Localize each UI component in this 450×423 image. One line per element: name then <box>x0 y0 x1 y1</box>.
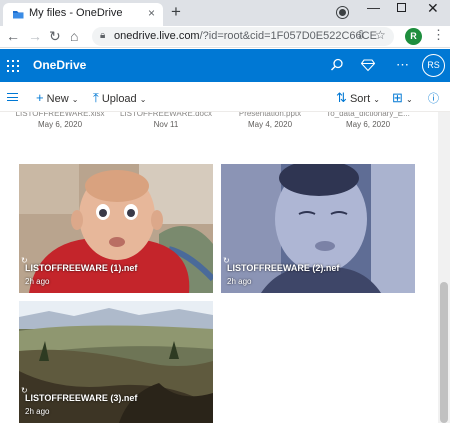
new-tab-button[interactable]: + <box>171 3 181 21</box>
photo-tile[interactable]: ↻ LISTOFFREEWARE (1).nef 2h ago <box>19 164 213 293</box>
profile-avatar[interactable]: R <box>405 28 422 45</box>
upload-arrow-icon: ⤒ <box>93 90 99 105</box>
browser-toolbar: ← → ↻ ⌂ 🔒︎ onedrive.live.com/?id=root&ci… <box>0 26 450 48</box>
account-avatar[interactable]: RS <box>422 54 445 77</box>
file-tile-previous[interactable]: LISTOFFREEWARE.docx Nov 11 <box>118 112 214 129</box>
tab-title: My files - OneDrive <box>29 7 123 19</box>
browser-tab-strip: My files - OneDrive × + — ✕ <box>0 0 450 26</box>
upload-button[interactable]: ⤒ Upload ⌄ <box>93 90 146 106</box>
back-arrow-icon[interactable]: ← <box>6 27 20 45</box>
app-title[interactable]: OneDrive <box>33 58 86 72</box>
chevron-down-icon: ⌄ <box>405 95 413 104</box>
tab-search-icon[interactable] <box>337 7 348 18</box>
tab-close-icon[interactable]: × <box>148 6 155 20</box>
reload-icon[interactable]: ↻ <box>49 27 61 45</box>
browser-tab[interactable]: My files - OneDrive × <box>3 3 163 26</box>
more-options-icon[interactable]: ⋯ <box>396 57 409 73</box>
search-icon[interactable] <box>330 58 344 72</box>
bookmark-star-icon[interactable]: ☆ <box>375 28 386 42</box>
photo-tile[interactable]: ↻ LISTOFFREEWARE (3).nef 2h ago <box>19 301 213 423</box>
grid-view-icon: ⊞ <box>392 90 403 105</box>
sort-icon: ⇅ <box>336 90 347 105</box>
files-grid: LISTOFFREEWARE.xlsx May 6, 2020 LISTOFFR… <box>0 112 438 423</box>
chevron-down-icon: ⌄ <box>139 95 147 104</box>
home-icon[interactable]: ⌂ <box>70 27 78 45</box>
premium-diamond-icon[interactable] <box>361 58 375 72</box>
browser-menu-icon[interactable]: ⋮ <box>432 27 445 43</box>
new-button[interactable]: + New ⌄ <box>36 90 78 105</box>
command-bar: + New ⌄ ⤒ Upload ⌄ ⇅ Sort ⌄ ⊞ ⌄ ⓘ <box>0 82 450 112</box>
info-icon[interactable]: ⓘ <box>428 90 439 106</box>
chevron-down-icon: ⌄ <box>71 95 79 104</box>
maximize-icon[interactable] <box>397 3 406 12</box>
onedrive-favicon-icon <box>13 11 24 19</box>
file-tile-previous[interactable]: LISTOFFREEWARE.xlsx May 6, 2020 <box>12 112 108 129</box>
photo-thumbnail <box>19 301 213 423</box>
app-launcher-icon[interactable] <box>7 60 19 72</box>
file-tile-previous[interactable]: Presentation.pptx May 4, 2020 <box>222 112 318 129</box>
minimize-icon[interactable]: — <box>367 0 380 15</box>
vertical-scrollbar[interactable] <box>438 112 450 423</box>
view-options-button[interactable]: ⊞ ⌄ <box>392 90 413 106</box>
lock-icon: 🔒︎ <box>100 30 106 41</box>
photo-thumbnail <box>221 164 415 293</box>
install-app-icon[interactable]: ⇩ <box>356 28 366 42</box>
navigation-menu-icon[interactable] <box>7 93 18 101</box>
url-text: onedrive.live.com/?id=root&cid=1F057D0E5… <box>114 30 377 42</box>
sort-button[interactable]: ⇅ Sort ⌄ <box>336 90 380 106</box>
plus-icon: + <box>36 90 44 105</box>
address-bar[interactable]: 🔒︎ onedrive.live.com/?id=root&cid=1F057D… <box>92 27 394 46</box>
forward-arrow-icon[interactable]: → <box>28 27 42 45</box>
photo-tile[interactable]: ↻ LISTOFFREEWARE (2).nef 2h ago <box>221 164 415 293</box>
scrollbar-thumb[interactable] <box>440 282 448 423</box>
file-tile-previous[interactable]: To_data_dictionary_E... May 6, 2020 <box>320 112 416 129</box>
close-window-icon[interactable]: ✕ <box>427 0 439 17</box>
chevron-down-icon: ⌄ <box>373 95 380 104</box>
photo-thumbnail <box>19 164 213 293</box>
onedrive-header: OneDrive ⋯ RS <box>0 49 450 82</box>
